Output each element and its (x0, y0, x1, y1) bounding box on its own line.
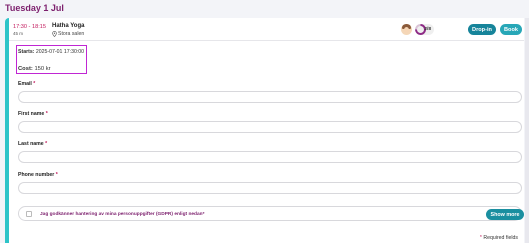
start-time: Starts: 2025-07-01 17:30:00 (18, 49, 84, 55)
last-name-label-text: Last name (18, 141, 44, 147)
gdpr-consent-row: Jag godkänner hantering av mina personup… (18, 206, 524, 221)
required-marker: * (45, 141, 48, 147)
last-name-field[interactable] (18, 151, 522, 163)
first-name-field[interactable] (18, 121, 522, 133)
scroll-track (525, 18, 529, 243)
required-note-text: Required fields (483, 235, 518, 241)
starts-value: 2025-07-01 17:30:00 (35, 49, 85, 55)
gdpr-consent-text: Jag godkänner hantering av mina personup… (40, 211, 203, 217)
required-marker: * (479, 235, 482, 241)
class-location: Stora salen (52, 31, 84, 37)
email-label-text: Email (18, 81, 32, 87)
capacity-badge: 2/8 (415, 24, 434, 35)
cost-label: Cost: (18, 66, 33, 72)
show-more-button[interactable]: Show more (486, 209, 524, 220)
starts-label: Starts: (18, 49, 35, 55)
class-name: Hatha Yoga (52, 23, 85, 29)
class-duration: 45 m (13, 31, 24, 36)
class-time: 17:30 - 18:15 (13, 24, 46, 30)
location-pin-icon (52, 31, 57, 37)
phone-label-text: Phone number (18, 172, 55, 178)
email-field[interactable] (18, 91, 522, 103)
first-name-label-text: First name (18, 111, 45, 117)
drop-in-button[interactable]: Drop-in (468, 24, 496, 35)
required-marker: * (202, 211, 205, 217)
phone-label: Phone number * (18, 172, 58, 178)
required-marker: * (55, 172, 58, 178)
class-card-header: 17:30 - 18:15 45 m Hatha Yoga Stora sale… (9, 18, 524, 41)
class-card: 17:30 - 18:15 45 m Hatha Yoga Stora sale… (5, 18, 524, 243)
required-marker: * (45, 111, 48, 117)
cost: Cost: 150 kr (18, 66, 51, 72)
last-name-label: Last name * (18, 141, 47, 147)
first-name-label: First name * (18, 111, 48, 117)
phone-field[interactable] (18, 182, 522, 194)
required-fields-note: * Required fields (480, 235, 518, 241)
book-button[interactable]: Book (500, 24, 522, 35)
cost-value: 150 kr (34, 66, 51, 72)
gdpr-consent-label: Jag godkänner hantering av mina personup… (40, 212, 204, 217)
required-marker: * (33, 81, 36, 87)
day-heading: Tuesday 1 Jul (5, 3, 64, 13)
location-label: Stora salen (58, 31, 85, 37)
instructor-avatar (401, 24, 412, 35)
gdpr-checkbox[interactable] (26, 211, 32, 217)
email-label: Email * (18, 81, 35, 87)
capacity-count: 2/8 (424, 27, 431, 32)
